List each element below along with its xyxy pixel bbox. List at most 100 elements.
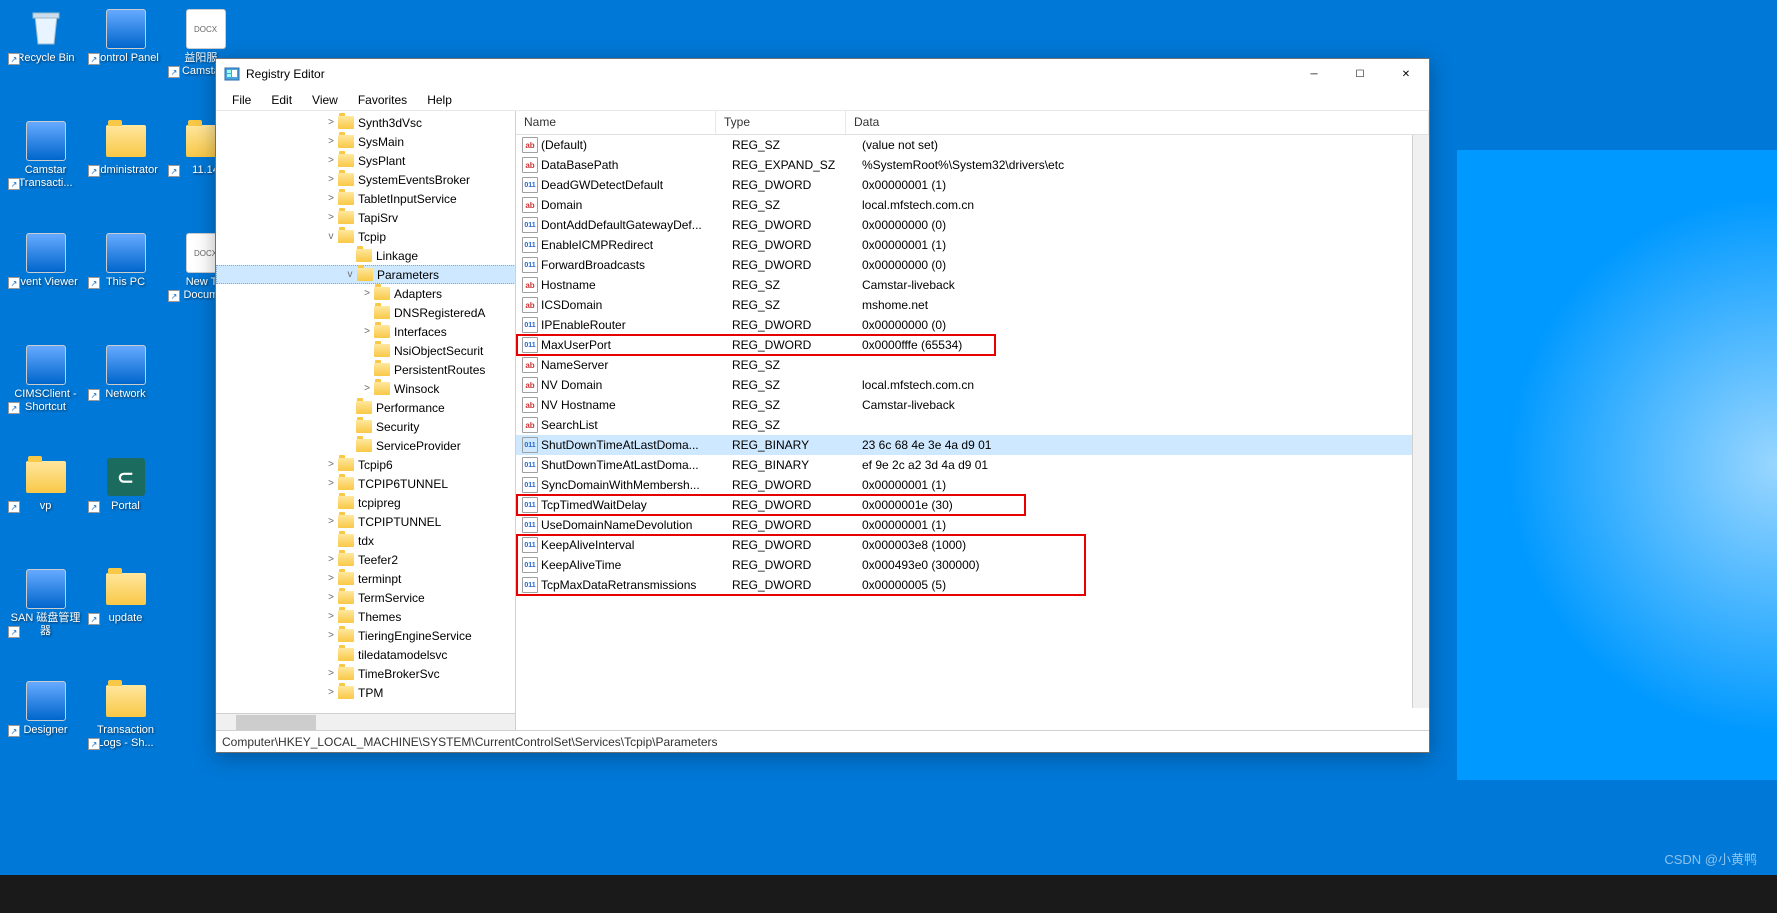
tree-item[interactable]: >Winsock (216, 379, 515, 398)
value-row[interactable]: 011IPEnableRouterREG_DWORD0x00000000 (0) (516, 315, 1429, 335)
expander-icon[interactable]: > (360, 383, 374, 394)
value-row[interactable]: 011DeadGWDetectDefaultREG_DWORD0x0000000… (516, 175, 1429, 195)
expander-icon[interactable]: > (324, 592, 338, 603)
desktop-icon[interactable]: ↗Network (88, 344, 163, 401)
desktop-icon[interactable]: ↗vp (8, 456, 83, 513)
value-row[interactable]: ab(Default)REG_SZ(value not set) (516, 135, 1429, 155)
desktop-icon[interactable]: ↗update (88, 568, 163, 625)
expander-icon[interactable]: > (324, 554, 338, 565)
values-pane[interactable]: Name Type Data ab(Default)REG_SZ(value n… (516, 111, 1429, 730)
expander-icon[interactable]: > (324, 117, 338, 128)
value-row[interactable]: abNameServerREG_SZ (516, 355, 1429, 375)
tree-item[interactable]: tdx (216, 531, 515, 550)
tree-item[interactable]: >SysPlant (216, 151, 515, 170)
menu-file[interactable]: File (222, 91, 261, 109)
value-row[interactable]: 011ShutDownTimeAtLastDoma...REG_BINARY23… (516, 435, 1429, 455)
tree-item[interactable]: >Teefer2 (216, 550, 515, 569)
tree-item[interactable]: >Synth3dVsc (216, 113, 515, 132)
tree-item[interactable]: >TPM (216, 683, 515, 702)
tree-item[interactable]: >TieringEngineService (216, 626, 515, 645)
expander-icon[interactable]: > (324, 155, 338, 166)
value-row[interactable]: 011SyncDomainWithMembersh...REG_DWORD0x0… (516, 475, 1429, 495)
list-vertical-scrollbar[interactable] (1412, 135, 1429, 708)
expander-icon[interactable]: > (324, 136, 338, 147)
tree-item[interactable]: tiledatamodelsvc (216, 645, 515, 664)
tree-item[interactable]: tcpipreg (216, 493, 515, 512)
value-row[interactable]: abDomainREG_SZlocal.mfstech.com.cn (516, 195, 1429, 215)
minimize-button[interactable]: ─ (1291, 59, 1337, 89)
value-row[interactable]: abDataBasePathREG_EXPAND_SZ%SystemRoot%\… (516, 155, 1429, 175)
menu-view[interactable]: View (302, 91, 348, 109)
tree-item[interactable]: DNSRegisteredA (216, 303, 515, 322)
tree-item[interactable]: >TermService (216, 588, 515, 607)
expander-icon[interactable]: > (324, 193, 338, 204)
value-row[interactable]: 011ShutDownTimeAtLastDoma...REG_BINARYef… (516, 455, 1429, 475)
expander-icon[interactable]: > (324, 459, 338, 470)
tree-item[interactable]: >TabletInputService (216, 189, 515, 208)
expander-icon[interactable]: > (360, 326, 374, 337)
tree-item[interactable]: >TCPIP6TUNNEL (216, 474, 515, 493)
desktop-icon[interactable]: ↗Designer (8, 680, 83, 737)
value-row[interactable]: 011UseDomainNameDevolutionREG_DWORD0x000… (516, 515, 1429, 535)
value-row[interactable]: abNV HostnameREG_SZCamstar-liveback (516, 395, 1429, 415)
titlebar[interactable]: Registry Editor ─ ☐ ✕ (216, 59, 1429, 89)
close-button[interactable]: ✕ (1383, 59, 1429, 89)
expander-icon[interactable]: > (324, 611, 338, 622)
value-row[interactable]: 011TcpTimedWaitDelayREG_DWORD0x0000001e … (516, 495, 1429, 515)
tree-item[interactable]: Performance (216, 398, 515, 417)
tree-item[interactable]: >Tcpip6 (216, 455, 515, 474)
expander-icon[interactable]: v (324, 231, 338, 242)
value-row[interactable]: abHostnameREG_SZCamstar-liveback (516, 275, 1429, 295)
menu-help[interactable]: Help (417, 91, 462, 109)
tree-item[interactable]: Security (216, 417, 515, 436)
menu-edit[interactable]: Edit (261, 91, 302, 109)
expander-icon[interactable]: > (324, 478, 338, 489)
tree-item[interactable]: >TapiSrv (216, 208, 515, 227)
tree-item[interactable]: >Themes (216, 607, 515, 626)
column-name[interactable]: Name (516, 111, 716, 134)
column-data[interactable]: Data (846, 111, 1429, 134)
tree-item[interactable]: vTcpip (216, 227, 515, 246)
value-row[interactable]: 011MaxUserPortREG_DWORD0x0000fffe (65534… (516, 335, 1429, 355)
desktop-icon[interactable]: ↗CIMSClient - Shortcut (8, 344, 83, 414)
tree-item[interactable]: Linkage (216, 246, 515, 265)
maximize-button[interactable]: ☐ (1337, 59, 1383, 89)
expander-icon[interactable]: v (343, 269, 357, 280)
tree-item[interactable]: >Interfaces (216, 322, 515, 341)
tree-item[interactable]: ServiceProvider (216, 436, 515, 455)
desktop-icon[interactable]: ↗Administrator (88, 120, 163, 177)
expander-icon[interactable]: > (360, 288, 374, 299)
list-header[interactable]: Name Type Data (516, 111, 1429, 135)
desktop-icon[interactable]: ↗Control Panel (88, 8, 163, 65)
value-row[interactable]: 011TcpMaxDataRetransmissionsREG_DWORD0x0… (516, 575, 1429, 595)
desktop-icon[interactable]: ↗Transaction Logs - Sh... (88, 680, 163, 750)
desktop-icon[interactable]: ↗Recycle Bin (8, 8, 83, 65)
tree-item[interactable]: >SystemEventsBroker (216, 170, 515, 189)
tree-item[interactable]: >TCPIPTUNNEL (216, 512, 515, 531)
value-row[interactable]: 011ForwardBroadcastsREG_DWORD0x00000000 … (516, 255, 1429, 275)
expander-icon[interactable]: > (324, 687, 338, 698)
tree-item[interactable]: >SysMain (216, 132, 515, 151)
tree-pane[interactable]: >Synth3dVsc>SysMain>SysPlant>SystemEvent… (216, 111, 516, 730)
tree-item[interactable]: >terminpt (216, 569, 515, 588)
value-row[interactable]: abSearchListREG_SZ (516, 415, 1429, 435)
tree-item[interactable]: PersistentRoutes (216, 360, 515, 379)
desktop-icon[interactable]: ↗Camstar Transacti... (8, 120, 83, 190)
menu-favorites[interactable]: Favorites (348, 91, 417, 109)
expander-icon[interactable]: > (324, 668, 338, 679)
value-row[interactable]: 011DontAddDefaultGatewayDef...REG_DWORD0… (516, 215, 1429, 235)
expander-icon[interactable]: > (324, 516, 338, 527)
value-row[interactable]: 011KeepAliveTimeREG_DWORD0x000493e0 (300… (516, 555, 1429, 575)
taskbar[interactable] (0, 875, 1777, 913)
expander-icon[interactable]: > (324, 630, 338, 641)
tree-horizontal-scrollbar[interactable] (216, 713, 515, 730)
desktop-icon[interactable]: ↗This PC (88, 232, 163, 289)
tree-item[interactable]: >Adapters (216, 284, 515, 303)
value-row[interactable]: abNV DomainREG_SZlocal.mfstech.com.cn (516, 375, 1429, 395)
tree-item[interactable]: NsiObjectSecurit (216, 341, 515, 360)
expander-icon[interactable]: > (324, 212, 338, 223)
value-row[interactable]: 011KeepAliveIntervalREG_DWORD0x000003e8 … (516, 535, 1429, 555)
desktop-icon[interactable]: ↗SAN 磁盘管理器 (8, 568, 83, 638)
expander-icon[interactable]: > (324, 573, 338, 584)
desktop-icon[interactable]: ⊂↗Portal (88, 456, 163, 513)
